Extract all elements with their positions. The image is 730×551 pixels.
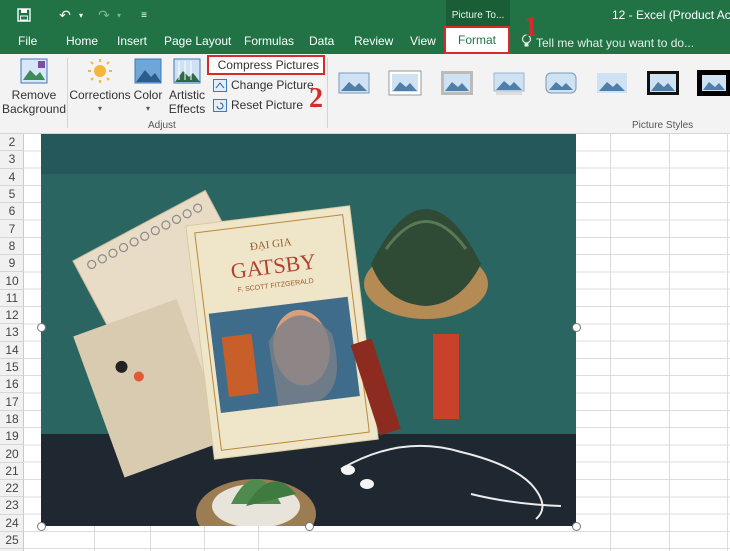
tab-page-layout[interactable]: Page Layout — [164, 34, 231, 48]
picture-style-thumbnail[interactable] — [595, 70, 629, 96]
remove-background-label-1: Remove — [11, 88, 57, 102]
color-label: Color — [133, 88, 163, 102]
window-title: 12 - Excel (Product Activ — [612, 8, 730, 22]
resize-handle-bottom-right[interactable] — [572, 522, 581, 531]
artistic-effects-label-2: Effects — [168, 102, 206, 116]
row-header[interactable]: 18 — [0, 411, 24, 429]
row-header[interactable]: 12 — [0, 307, 24, 325]
change-picture-button[interactable]: Change Picture — [209, 75, 318, 95]
tab-formulas[interactable]: Formulas — [244, 34, 294, 48]
ribbon-tabs: File Home Insert Page Layout Formulas Da… — [0, 30, 730, 54]
row-header[interactable]: 16 — [0, 376, 24, 394]
row-header[interactable]: 9 — [0, 255, 24, 273]
inserted-picture[interactable]: ĐẠI GIA GATSBY F. SCOTT FITZGERALD — [41, 134, 576, 526]
tab-review[interactable]: Review — [354, 34, 393, 48]
customize-qat-icon[interactable]: ≡ — [138, 5, 150, 25]
row-header[interactable]: 17 — [0, 394, 24, 411]
remove-background-icon — [20, 58, 48, 84]
picture-styles-group-label: Picture Styles — [632, 120, 694, 131]
tab-insert[interactable]: Insert — [117, 34, 147, 48]
row-headers: 2 3 4 5 6 7 8 9 10 11 12 13 14 15 16 17 … — [0, 134, 24, 551]
remove-background-label-2: Background — [1, 102, 67, 116]
reset-picture-label: Reset Picture — [231, 98, 304, 112]
tab-data[interactable]: Data — [309, 34, 334, 48]
resize-handle-right[interactable] — [572, 323, 581, 332]
row-header[interactable]: 7 — [0, 221, 24, 238]
row-header[interactable]: 21 — [0, 463, 24, 480]
row-header[interactable]: 23 — [0, 497, 24, 515]
tell-me-text: Tell me what you want to do... — [536, 35, 695, 50]
adjust-group-label: Adjust — [148, 120, 176, 131]
row-header[interactable]: 5 — [0, 186, 24, 204]
picture-style-thumbnail[interactable] — [544, 70, 578, 96]
picture-style-thumbnail[interactable] — [337, 70, 371, 96]
picture-style-thumbnail[interactable] — [492, 70, 526, 96]
remove-background-button[interactable]: Remove Background — [1, 58, 67, 116]
change-picture-icon — [213, 78, 227, 92]
column-gridline — [727, 134, 728, 551]
reset-picture-button[interactable]: Reset Picture ▾ — [209, 95, 321, 115]
compress-pictures-icon — [213, 64, 214, 66]
redo-dropdown-icon[interactable]: ▾ — [114, 5, 124, 25]
artistic-effects-icon — [173, 58, 201, 84]
divider — [67, 58, 68, 128]
tab-view[interactable]: View — [410, 34, 436, 48]
picture-style-thumbnail[interactable] — [440, 70, 474, 96]
row-header[interactable]: 4 — [0, 169, 24, 186]
row-header[interactable]: 11 — [0, 290, 24, 307]
row-header[interactable]: 25 — [0, 532, 24, 550]
step-1-annotation: 1 — [524, 12, 538, 43]
row-header[interactable]: 3 — [0, 151, 24, 169]
resize-handle-bottom-left[interactable] — [37, 522, 46, 531]
tab-file[interactable]: File — [18, 34, 37, 48]
compress-pictures-label: Compress Pictures — [217, 58, 319, 72]
tab-format[interactable]: Format — [444, 26, 510, 54]
corrections-label: Corrections — [69, 88, 131, 102]
title-bar: ↶ ▾ ↷ ▾ ≡ Picture To... 12 - Excel (Prod… — [0, 0, 730, 30]
row-header[interactable]: 15 — [0, 359, 24, 377]
row-header[interactable]: 24 — [0, 515, 24, 532]
ribbon: Remove Background Corrections ▾ Color ▾ — [0, 54, 730, 134]
compress-pictures-button[interactable]: Compress Pictures — [207, 55, 325, 75]
undo-dropdown-icon[interactable]: ▾ — [76, 5, 86, 25]
row-header[interactable]: 2 — [0, 134, 24, 152]
resize-handle-left[interactable] — [37, 323, 46, 332]
row-header[interactable]: 10 — [0, 272, 24, 290]
column-gridline — [669, 134, 670, 551]
change-picture-label: Change Picture — [231, 78, 314, 92]
step-2-annotation: 2 — [309, 83, 323, 114]
reset-picture-icon — [213, 98, 227, 112]
artistic-effects-label-1: Artistic — [169, 88, 205, 102]
row-header[interactable]: 13 — [0, 324, 24, 342]
corrections-dropdown-icon: ▾ — [97, 104, 102, 113]
tab-home[interactable]: Home — [66, 34, 98, 48]
resize-handle-bottom[interactable] — [305, 522, 314, 531]
color-icon — [134, 58, 162, 84]
picture-style-thumbnail[interactable] — [697, 70, 730, 96]
row-header[interactable]: 19 — [0, 428, 24, 446]
sun-icon — [88, 59, 112, 83]
divider — [327, 58, 328, 128]
color-button[interactable]: Color ▾ — [130, 58, 166, 116]
row-header[interactable]: 20 — [0, 445, 24, 463]
save-icon[interactable] — [14, 5, 34, 25]
color-dropdown-icon: ▾ — [145, 104, 150, 113]
row-header[interactable]: 8 — [0, 238, 24, 256]
redo-icon[interactable]: ↷ — [94, 5, 114, 25]
book-photo: ĐẠI GIA GATSBY F. SCOTT FITZGERALD — [41, 134, 576, 526]
corrections-button[interactable]: Corrections ▾ — [69, 58, 131, 116]
undo-icon[interactable]: ↶ — [54, 5, 76, 25]
tell-me-box[interactable]: Tell me what you want to do... — [521, 34, 694, 51]
column-gridline — [610, 134, 611, 551]
row-header[interactable]: 14 — [0, 342, 24, 359]
picture-style-thumbnail[interactable] — [646, 70, 680, 96]
artistic-effects-button[interactable]: Artistic Effects — [166, 58, 208, 116]
picture-style-thumbnail[interactable] — [388, 70, 422, 96]
row-header[interactable]: 6 — [0, 203, 24, 221]
row-header[interactable]: 22 — [0, 480, 24, 498]
